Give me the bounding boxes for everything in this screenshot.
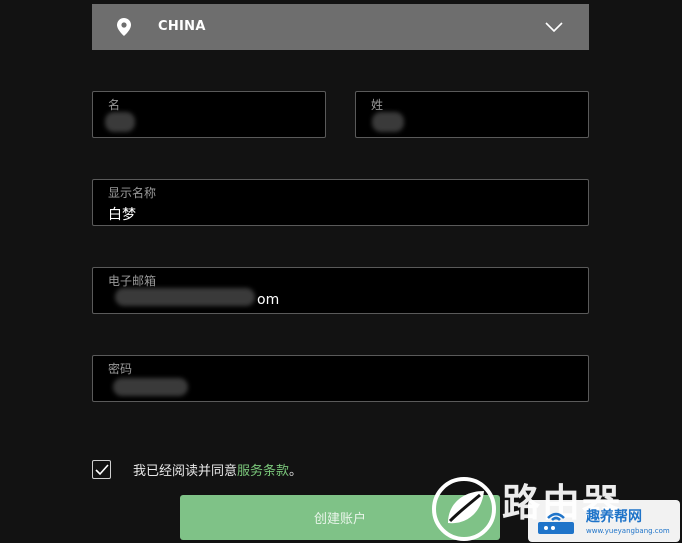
last-name-field[interactable]: 姓 (355, 91, 589, 138)
email-value-suffix: om (257, 292, 280, 308)
password-field[interactable]: 密码 (92, 355, 589, 402)
watermark-badge-title: 趣养帮网 (586, 509, 642, 525)
redaction-blur (113, 378, 188, 396)
terms-checkbox[interactable] (92, 459, 111, 479)
watermark-badge-url: www.yueyangbang.com (586, 527, 670, 535)
country-value: CHINA (158, 19, 206, 34)
display-name-field[interactable]: 显示名称 白梦 (92, 179, 589, 226)
terms-row: 我已经阅读并同意服务条款。 (92, 459, 302, 479)
terms-of-service-link[interactable]: 服务条款 (237, 464, 289, 479)
chevron-down-icon[interactable] (545, 22, 563, 32)
country-select[interactable]: CHINA (92, 4, 589, 50)
first-name-label: 名 (108, 98, 121, 112)
email-label: 电子邮箱 (108, 274, 157, 288)
first-name-field[interactable]: 名 (92, 91, 326, 138)
display-name-value: 白梦 (108, 207, 136, 223)
display-name-label: 显示名称 (108, 186, 157, 200)
router-icon (538, 512, 574, 534)
redaction-blur (115, 288, 255, 306)
terms-prefix: 我已经阅读并同意 (133, 463, 238, 479)
watermark-leaf-logo (432, 477, 496, 541)
terms-text: 我已经阅读并同意服务条款。 (133, 460, 302, 479)
redaction-blur (372, 112, 404, 132)
email-field[interactable]: 电子邮箱 om (92, 267, 589, 314)
redaction-blur (105, 112, 135, 132)
last-name-label: 姓 (371, 98, 384, 112)
password-label: 密码 (108, 362, 133, 376)
watermark-badge: 趣养帮网 www.yueyangbang.com (528, 500, 680, 542)
checkmark-icon (95, 463, 109, 475)
location-pin-icon (117, 18, 131, 36)
terms-end: 。 (289, 463, 303, 479)
